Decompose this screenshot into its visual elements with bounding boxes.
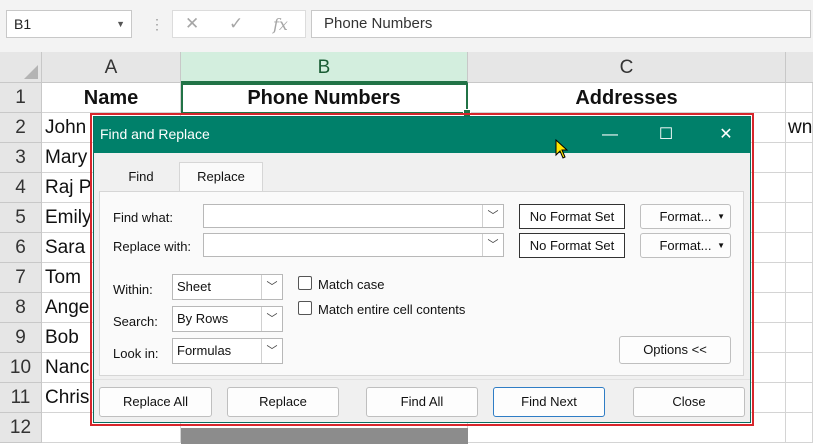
search-label: Search: bbox=[113, 314, 158, 329]
table-cell[interactable] bbox=[786, 143, 813, 173]
look-in-label: Look in: bbox=[113, 346, 159, 361]
row-header[interactable]: 6 bbox=[0, 233, 42, 263]
find-all-button[interactable]: Find All bbox=[366, 387, 478, 417]
replace-with-input[interactable]: ﹀ bbox=[203, 233, 504, 257]
table-cell[interactable] bbox=[786, 413, 813, 443]
name-box[interactable]: B1 ▼ bbox=[6, 10, 132, 38]
row-header[interactable]: 11 bbox=[0, 383, 42, 413]
table-cell[interactable] bbox=[786, 203, 813, 233]
table-cell[interactable]: wn bbox=[786, 113, 813, 143]
close-window-button[interactable]: ✕ bbox=[704, 117, 748, 153]
row-header[interactable]: 5 bbox=[0, 203, 42, 233]
row-header[interactable]: 8 bbox=[0, 293, 42, 323]
enter-icon[interactable]: ✓ bbox=[229, 14, 243, 34]
replace-format-preview: No Format Set bbox=[519, 233, 625, 258]
look-in-select[interactable]: Formulas ﹀ bbox=[172, 338, 283, 364]
table-cell[interactable] bbox=[786, 383, 813, 413]
look-in-value: Formulas bbox=[177, 343, 232, 358]
table-cell[interactable]: Addresses bbox=[468, 83, 786, 113]
chevron-down-icon[interactable]: ﹀ bbox=[261, 275, 282, 299]
row-header[interactable]: 7 bbox=[0, 263, 42, 293]
row-header[interactable]: 1 bbox=[0, 83, 42, 113]
find-format-label: Format... bbox=[659, 209, 712, 224]
row-header[interactable]: 4 bbox=[0, 173, 42, 203]
dropdown-arrow-icon: ▼ bbox=[717, 212, 725, 221]
chevron-down-icon[interactable]: ﹀ bbox=[482, 234, 503, 256]
match-entire-checkbox[interactable] bbox=[298, 301, 312, 315]
formula-bar-grip-icon: ⋮ bbox=[150, 16, 164, 32]
replace-format-button[interactable]: Format... ▼ bbox=[640, 233, 731, 258]
find-next-button[interactable]: Find Next bbox=[493, 387, 605, 417]
table-cell[interactable] bbox=[786, 323, 813, 353]
within-value: Sheet bbox=[177, 279, 211, 294]
within-select[interactable]: Sheet ﹀ bbox=[172, 274, 283, 300]
table-cell[interactable]: Name bbox=[42, 83, 181, 113]
table-cell[interactable] bbox=[786, 83, 813, 113]
dropdown-arrow-icon: ▼ bbox=[717, 241, 725, 250]
row-header[interactable]: 3 bbox=[0, 143, 42, 173]
dialog-title: Find and Replace bbox=[100, 126, 210, 142]
close-button[interactable]: Close bbox=[633, 387, 745, 417]
minimize-button[interactable]: — bbox=[588, 117, 632, 153]
chevron-down-icon[interactable]: ▼ bbox=[116, 11, 125, 37]
options-button[interactable]: Options << bbox=[619, 336, 731, 364]
name-box-value: B1 bbox=[14, 16, 32, 32]
replace-all-button[interactable]: Replace All bbox=[99, 387, 212, 417]
chevron-down-icon[interactable]: ﹀ bbox=[261, 339, 282, 363]
insert-function-icon[interactable]: fx bbox=[273, 15, 288, 34]
tab-replace-label: Replace bbox=[197, 169, 245, 184]
formula-input[interactable]: Phone Numbers bbox=[311, 10, 811, 38]
dialog-title-bar[interactable]: Find and Replace — ☐ ✕ bbox=[94, 117, 750, 159]
match-case-checkbox[interactable] bbox=[298, 276, 312, 290]
find-what-label: Find what: bbox=[113, 210, 173, 225]
search-value: By Rows bbox=[177, 311, 229, 326]
button-row-separator bbox=[94, 379, 750, 380]
select-all-icon bbox=[24, 65, 38, 79]
row-header[interactable]: 2 bbox=[0, 113, 42, 143]
row-header[interactable]: 12 bbox=[0, 413, 42, 443]
table-cell[interactable] bbox=[786, 173, 813, 203]
find-replace-dialog: Find and Replace — ☐ ✕ Find Replace Find… bbox=[93, 116, 751, 423]
replace-button[interactable]: Replace bbox=[227, 387, 339, 417]
find-format-button[interactable]: Format... ▼ bbox=[640, 204, 731, 229]
formula-bar: B1 ▼ ⋮ ✕ ✓ fx Phone Numbers bbox=[0, 0, 813, 52]
row-header[interactable]: 9 bbox=[0, 323, 42, 353]
row-header[interactable]: 10 bbox=[0, 353, 42, 383]
match-case-label[interactable]: Match case bbox=[318, 277, 384, 292]
column-header-c[interactable]: C bbox=[468, 52, 786, 83]
cancel-icon[interactable]: ✕ bbox=[185, 14, 199, 34]
dialog-shadow bbox=[181, 428, 468, 444]
mouse-cursor-icon bbox=[555, 139, 569, 159]
find-what-input[interactable]: ﹀ bbox=[203, 204, 504, 228]
match-entire-label[interactable]: Match entire cell contents bbox=[318, 302, 465, 317]
table-cell[interactable] bbox=[786, 233, 813, 263]
formula-bar-buttons: ✕ ✓ fx bbox=[172, 10, 306, 38]
table-cell[interactable] bbox=[786, 263, 813, 293]
select-all-corner[interactable] bbox=[0, 52, 42, 83]
search-select[interactable]: By Rows ﹀ bbox=[172, 306, 283, 332]
within-label: Within: bbox=[113, 282, 153, 297]
replace-format-label: Format... bbox=[659, 238, 712, 253]
replace-with-label: Replace with: bbox=[113, 239, 192, 254]
chevron-down-icon[interactable]: ﹀ bbox=[482, 205, 503, 227]
replace-panel: Find what: ﹀ No Format Set Format... ▼ Re… bbox=[99, 191, 744, 376]
column-header-d[interactable] bbox=[786, 52, 813, 83]
maximize-button[interactable]: ☐ bbox=[644, 117, 688, 153]
find-format-preview: No Format Set bbox=[519, 204, 625, 229]
tab-find[interactable]: Find bbox=[103, 163, 179, 191]
chevron-down-icon[interactable]: ﹀ bbox=[261, 307, 282, 331]
column-header-b[interactable]: B bbox=[181, 52, 468, 83]
table-cell[interactable] bbox=[786, 353, 813, 383]
table-cell[interactable] bbox=[786, 293, 813, 323]
active-cell-selection bbox=[181, 83, 471, 117]
column-header-a[interactable]: A bbox=[42, 52, 181, 83]
tab-find-label: Find bbox=[128, 169, 154, 184]
tab-replace[interactable]: Replace bbox=[179, 162, 263, 192]
